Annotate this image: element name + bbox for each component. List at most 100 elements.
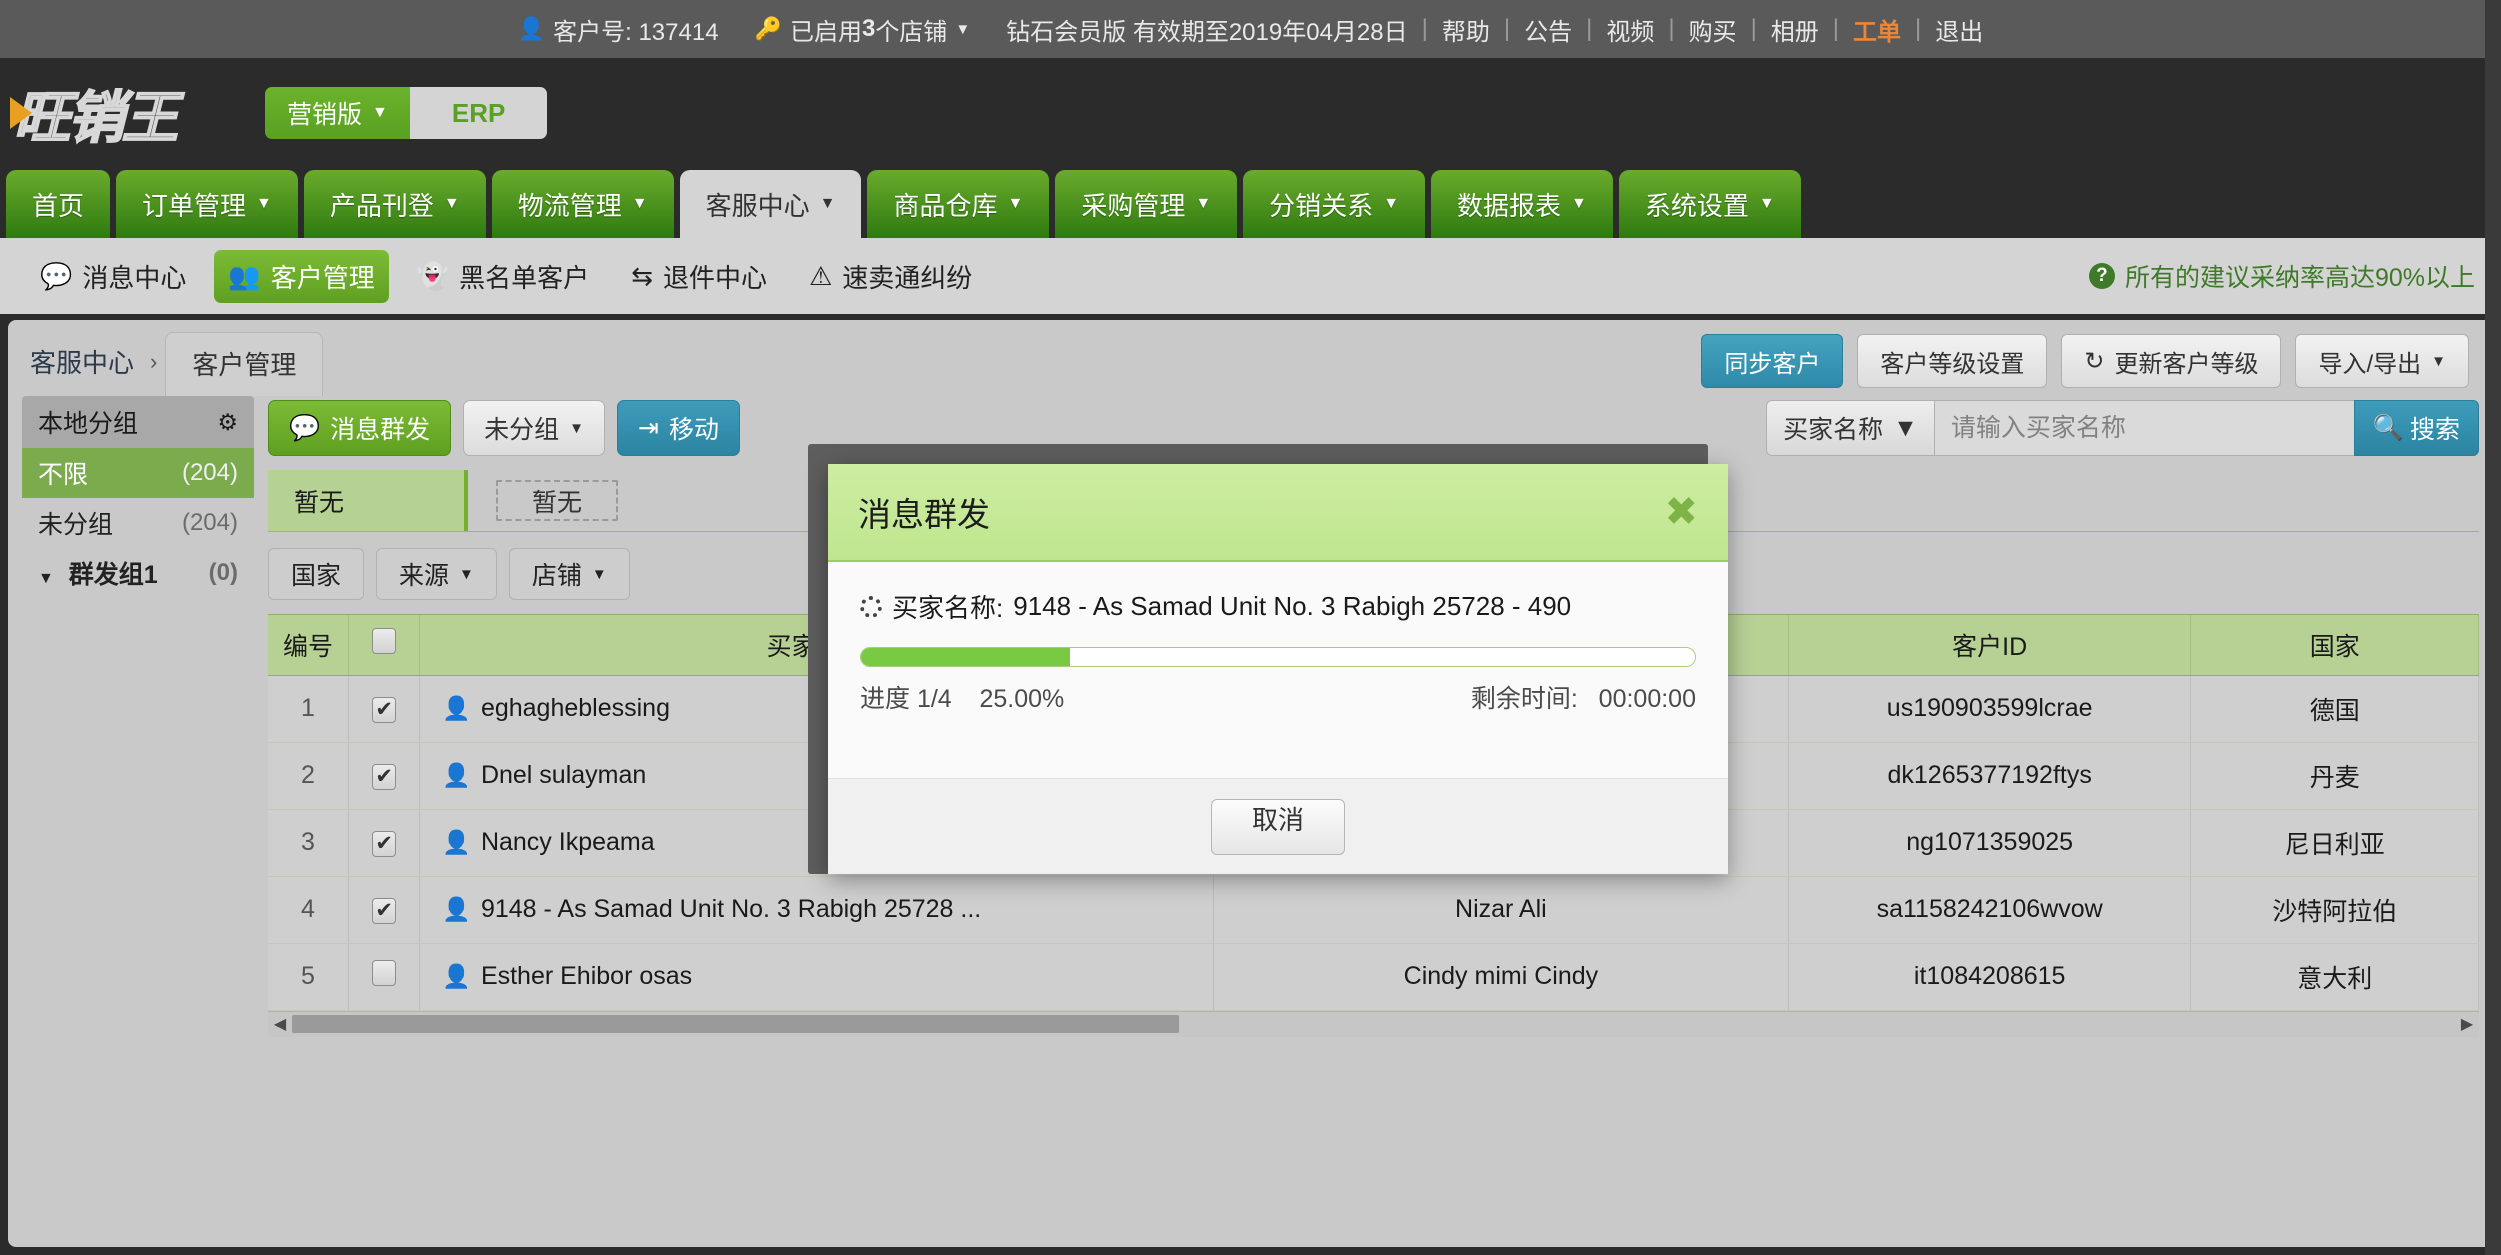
cancel-button[interactable]: 取消: [1210, 798, 1345, 855]
link-video[interactable]: 视频: [1606, 12, 1654, 47]
scrollbar-thumb[interactable]: [292, 1015, 1179, 1033]
divider: |: [1832, 15, 1840, 42]
subnav-note-text: 所有的建议采纳率高达90%以上: [2124, 264, 2475, 292]
gear-icon[interactable]: ⚙: [217, 409, 238, 436]
group-select-dropdown[interactable]: 未分组 ▼: [463, 400, 606, 456]
return-icon: ⇆: [631, 260, 653, 291]
subnav-item-returns[interactable]: ⇆ 退件中心: [617, 250, 781, 303]
subnav-item-disputes[interactable]: ⚠ 速卖通纠纷: [795, 250, 986, 303]
subnav-item-blacklist[interactable]: 👻 黑名单客户: [403, 250, 603, 303]
row-checkbox[interactable]: ✔: [372, 696, 397, 723]
link-help[interactable]: 帮助: [1442, 12, 1490, 47]
progress-percent: 25.00%: [979, 685, 1065, 713]
row-checkbox[interactable]: ✔: [372, 897, 397, 924]
add-tag-placeholder[interactable]: 暂无: [496, 480, 619, 521]
search-button[interactable]: 🔍 搜索: [2353, 400, 2479, 456]
link-ticket[interactable]: 工单: [1853, 12, 1901, 47]
version-selector[interactable]: 营销版 ▼: [265, 87, 410, 139]
cell-country: 丹麦: [2190, 742, 2479, 810]
link-album[interactable]: 相册: [1771, 12, 1819, 47]
move-customer-button[interactable]: ⇥ 移动: [617, 400, 740, 456]
filter-country[interactable]: 国家: [268, 548, 365, 600]
user-icon: 👤: [442, 829, 471, 855]
progress-bar-fill: [861, 648, 1070, 666]
cell-checkbox[interactable]: ✔: [348, 675, 421, 743]
nav-tab-settings[interactable]: 系统设置 ▼: [1618, 170, 1801, 238]
nav-tab-logistics[interactable]: 物流管理 ▼: [491, 170, 674, 238]
cell-checkbox[interactable]: [348, 943, 421, 1011]
nav-tab-products[interactable]: 产品刊登 ▼: [303, 170, 486, 238]
nav-tab-purchasing[interactable]: 采购管理 ▼: [1055, 170, 1238, 238]
row-checkbox[interactable]: [372, 960, 397, 986]
row-checkbox[interactable]: ✔: [372, 763, 397, 790]
cell-checkbox[interactable]: ✔: [348, 742, 421, 810]
nav-label: 订单管理: [142, 190, 247, 221]
horizontal-scrollbar[interactable]: ◀ ▶: [268, 1010, 2479, 1037]
subnav-note: ? 所有的建议采纳率高达90%以上: [2088, 258, 2475, 294]
nav-tab-distribution[interactable]: 分销关系 ▼: [1243, 170, 1426, 238]
nav-label: 物流管理: [517, 190, 622, 221]
cell-checkbox[interactable]: ✔: [348, 809, 421, 877]
search-input[interactable]: [1933, 400, 2354, 456]
sidebar-item-broadcast-group-1[interactable]: ▼ 群发组1 (0): [22, 548, 254, 598]
page-scrollbar[interactable]: [2485, 0, 2501, 1255]
broadcast-message-button[interactable]: 💬 消息群发: [268, 400, 452, 456]
modal-buyer-line: 买家名称: 9148 - As Samad Unit No. 3 Rabigh …: [860, 588, 1696, 625]
scrollbar-track[interactable]: [292, 1015, 2455, 1033]
nav-label: 分销关系: [1269, 190, 1374, 221]
header-country: 国家: [2190, 615, 2479, 676]
cell-checkbox[interactable]: ✔: [348, 876, 421, 944]
link-logout[interactable]: 退出: [1935, 12, 1983, 47]
subnav-label: 客户管理: [270, 262, 375, 293]
sidebar-item-all[interactable]: 不限 (204): [22, 448, 254, 498]
subnav-item-customer-management[interactable]: 👥 客户管理: [214, 249, 389, 303]
chevron-down-icon: ▼: [2431, 352, 2446, 370]
table-row[interactable]: 5 👤 Esther Ehibor osas Cindy mimi Cindy i…: [268, 943, 2479, 1011]
shops-dropdown[interactable]: 已启用 3 个店铺 ▼: [790, 12, 970, 47]
logo-arrow-icon: [10, 97, 32, 129]
nav-tab-reports[interactable]: 数据报表 ▼: [1431, 170, 1613, 238]
divider: |: [1421, 15, 1428, 42]
breadcrumb-current-tab[interactable]: 客户管理: [165, 332, 324, 396]
cell-country: 德国: [2190, 675, 2479, 743]
table-row[interactable]: 4 ✔ 👤 9148 - As Samad Unit No. 3 Rabigh 2…: [268, 876, 2479, 944]
shops-label: 已启用: [789, 18, 862, 46]
nav-tab-orders[interactable]: 订单管理 ▼: [116, 170, 298, 238]
link-announcement[interactable]: 公告: [1524, 12, 1572, 47]
logo-char-2: 销: [67, 85, 125, 152]
scroll-left-arrow-icon[interactable]: ◀: [268, 1014, 292, 1034]
sidebar-group-left: ▼ 群发组1: [38, 555, 158, 591]
refresh-icon: ↻: [2084, 347, 2105, 375]
cell-customer-id: ng1071359025: [1788, 809, 2192, 877]
filter-source[interactable]: 来源 ▼: [376, 548, 497, 600]
search-field-dropdown[interactable]: 买家名称 ▼: [1766, 400, 1934, 456]
user-icon: 👤: [442, 695, 471, 721]
nav-tab-warehouse[interactable]: 商品仓库 ▼: [867, 170, 1050, 238]
cell-country: 意大利: [2190, 943, 2479, 1011]
link-purchase[interactable]: 购买: [1689, 12, 1737, 47]
close-icon[interactable]: ✖: [1664, 492, 1698, 532]
active-tag[interactable]: 暂无: [268, 470, 468, 531]
select-all-checkbox[interactable]: [372, 628, 397, 655]
row-checkbox[interactable]: ✔: [372, 830, 397, 857]
sync-customers-button[interactable]: 同步客户: [1701, 334, 1844, 388]
header-select-all[interactable]: [348, 615, 421, 676]
brand-row: 旺 销 王 营销版 ▼ ERP: [0, 58, 2501, 168]
nav-tab-customer-service[interactable]: 客服中心 ▼: [679, 170, 862, 238]
customer-level-settings-button[interactable]: 客户等级设置: [1857, 334, 2048, 388]
user-icon: 👤: [442, 963, 471, 989]
user-icon: 👤: [517, 16, 546, 41]
nav-label: 产品刊登: [329, 190, 434, 221]
erp-button[interactable]: ERP: [409, 87, 548, 139]
sidebar-item-ungrouped[interactable]: 未分组 (204): [22, 498, 254, 548]
subnav-item-message-center[interactable]: 💬 消息中心: [26, 250, 200, 303]
update-customer-level-button[interactable]: ↻ 更新客户等级: [2061, 334, 2282, 388]
chevron-down-icon: ▼: [256, 195, 272, 212]
breadcrumb-parent[interactable]: 客服中心: [30, 343, 134, 380]
import-export-button[interactable]: 导入/导出 ▼: [2295, 334, 2469, 388]
account-number: 客户号: 137414: [553, 18, 719, 46]
scroll-right-arrow-icon[interactable]: ▶: [2455, 1014, 2479, 1034]
nav-tab-home[interactable]: 首页: [6, 170, 111, 238]
filter-shop[interactable]: 店铺 ▼: [508, 548, 630, 600]
app-logo[interactable]: 旺 销 王: [10, 77, 239, 152]
